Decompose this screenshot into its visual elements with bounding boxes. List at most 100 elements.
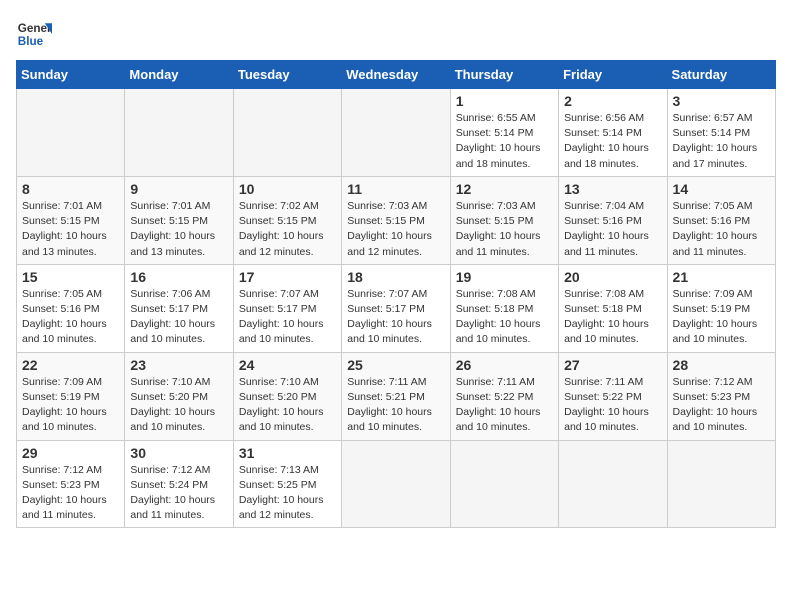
day-number: 16 [130, 269, 227, 285]
calendar-week-row: 1 Sunrise: 6:55 AMSunset: 5:14 PMDayligh… [17, 89, 776, 177]
day-number: 2 [564, 93, 661, 109]
day-info: Sunrise: 7:07 AMSunset: 5:17 PMDaylight:… [347, 287, 444, 348]
day-number: 14 [673, 181, 770, 197]
col-header-friday: Friday [559, 61, 667, 89]
col-header-wednesday: Wednesday [342, 61, 450, 89]
day-info: Sunrise: 7:01 AMSunset: 5:15 PMDaylight:… [130, 199, 227, 260]
day-number: 18 [347, 269, 444, 285]
calendar-cell: 12 Sunrise: 7:03 AMSunset: 5:15 PMDaylig… [450, 176, 558, 264]
day-info: Sunrise: 7:04 AMSunset: 5:16 PMDaylight:… [564, 199, 661, 260]
calendar-cell [342, 440, 450, 528]
day-number: 15 [22, 269, 119, 285]
day-number: 13 [564, 181, 661, 197]
calendar-cell: 9 Sunrise: 7:01 AMSunset: 5:15 PMDayligh… [125, 176, 233, 264]
day-info: Sunrise: 7:13 AMSunset: 5:25 PMDaylight:… [239, 463, 336, 524]
day-number: 29 [22, 445, 119, 461]
day-number: 26 [456, 357, 553, 373]
day-number: 12 [456, 181, 553, 197]
page-header: General Blue [16, 16, 776, 52]
day-info: Sunrise: 7:11 AMSunset: 5:21 PMDaylight:… [347, 375, 444, 436]
calendar-week-row: 15 Sunrise: 7:05 AMSunset: 5:16 PMDaylig… [17, 264, 776, 352]
day-info: Sunrise: 7:03 AMSunset: 5:15 PMDaylight:… [347, 199, 444, 260]
day-info: Sunrise: 7:08 AMSunset: 5:18 PMDaylight:… [564, 287, 661, 348]
day-info: Sunrise: 6:56 AMSunset: 5:14 PMDaylight:… [564, 111, 661, 172]
svg-text:Blue: Blue [18, 35, 44, 48]
day-number: 19 [456, 269, 553, 285]
day-number: 25 [347, 357, 444, 373]
day-number: 1 [456, 93, 553, 109]
day-number: 23 [130, 357, 227, 373]
day-info: Sunrise: 7:09 AMSunset: 5:19 PMDaylight:… [22, 375, 119, 436]
calendar-cell: 22 Sunrise: 7:09 AMSunset: 5:19 PMDaylig… [17, 352, 125, 440]
day-number: 8 [22, 181, 119, 197]
calendar-cell: 3 Sunrise: 6:57 AMSunset: 5:14 PMDayligh… [667, 89, 775, 177]
calendar-cell: 31 Sunrise: 7:13 AMSunset: 5:25 PMDaylig… [233, 440, 341, 528]
day-info: Sunrise: 7:09 AMSunset: 5:19 PMDaylight:… [673, 287, 770, 348]
day-info: Sunrise: 7:06 AMSunset: 5:17 PMDaylight:… [130, 287, 227, 348]
day-info: Sunrise: 7:11 AMSunset: 5:22 PMDaylight:… [456, 375, 553, 436]
calendar-cell [342, 89, 450, 177]
day-info: Sunrise: 7:07 AMSunset: 5:17 PMDaylight:… [239, 287, 336, 348]
calendar-week-row: 29 Sunrise: 7:12 AMSunset: 5:23 PMDaylig… [17, 440, 776, 528]
day-number: 11 [347, 181, 444, 197]
calendar-cell: 29 Sunrise: 7:12 AMSunset: 5:23 PMDaylig… [17, 440, 125, 528]
calendar-cell: 23 Sunrise: 7:10 AMSunset: 5:20 PMDaylig… [125, 352, 233, 440]
calendar-cell: 16 Sunrise: 7:06 AMSunset: 5:17 PMDaylig… [125, 264, 233, 352]
day-number: 27 [564, 357, 661, 373]
calendar-cell: 1 Sunrise: 6:55 AMSunset: 5:14 PMDayligh… [450, 89, 558, 177]
day-number: 21 [673, 269, 770, 285]
day-info: Sunrise: 7:12 AMSunset: 5:23 PMDaylight:… [673, 375, 770, 436]
day-number: 17 [239, 269, 336, 285]
day-number: 10 [239, 181, 336, 197]
col-header-tuesday: Tuesday [233, 61, 341, 89]
calendar-cell: 30 Sunrise: 7:12 AMSunset: 5:24 PMDaylig… [125, 440, 233, 528]
calendar-cell: 18 Sunrise: 7:07 AMSunset: 5:17 PMDaylig… [342, 264, 450, 352]
day-number: 9 [130, 181, 227, 197]
day-info: Sunrise: 7:01 AMSunset: 5:15 PMDaylight:… [22, 199, 119, 260]
calendar-cell: 24 Sunrise: 7:10 AMSunset: 5:20 PMDaylig… [233, 352, 341, 440]
day-info: Sunrise: 7:02 AMSunset: 5:15 PMDaylight:… [239, 199, 336, 260]
calendar-cell: 28 Sunrise: 7:12 AMSunset: 5:23 PMDaylig… [667, 352, 775, 440]
col-header-sunday: Sunday [17, 61, 125, 89]
calendar-cell: 13 Sunrise: 7:04 AMSunset: 5:16 PMDaylig… [559, 176, 667, 264]
col-header-monday: Monday [125, 61, 233, 89]
calendar-cell: 26 Sunrise: 7:11 AMSunset: 5:22 PMDaylig… [450, 352, 558, 440]
day-info: Sunrise: 7:10 AMSunset: 5:20 PMDaylight:… [239, 375, 336, 436]
day-number: 22 [22, 357, 119, 373]
day-number: 30 [130, 445, 227, 461]
day-info: Sunrise: 7:08 AMSunset: 5:18 PMDaylight:… [456, 287, 553, 348]
day-info: Sunrise: 7:12 AMSunset: 5:23 PMDaylight:… [22, 463, 119, 524]
day-info: Sunrise: 7:12 AMSunset: 5:24 PMDaylight:… [130, 463, 227, 524]
calendar-cell: 2 Sunrise: 6:56 AMSunset: 5:14 PMDayligh… [559, 89, 667, 177]
col-header-thursday: Thursday [450, 61, 558, 89]
calendar-cell: 27 Sunrise: 7:11 AMSunset: 5:22 PMDaylig… [559, 352, 667, 440]
calendar-cell [450, 440, 558, 528]
logo-icon: General Blue [16, 16, 52, 52]
day-number: 24 [239, 357, 336, 373]
day-info: Sunrise: 7:03 AMSunset: 5:15 PMDaylight:… [456, 199, 553, 260]
calendar-cell: 25 Sunrise: 7:11 AMSunset: 5:21 PMDaylig… [342, 352, 450, 440]
day-info: Sunrise: 6:55 AMSunset: 5:14 PMDaylight:… [456, 111, 553, 172]
day-info: Sunrise: 6:57 AMSunset: 5:14 PMDaylight:… [673, 111, 770, 172]
day-number: 28 [673, 357, 770, 373]
calendar-cell: 20 Sunrise: 7:08 AMSunset: 5:18 PMDaylig… [559, 264, 667, 352]
calendar-cell: 11 Sunrise: 7:03 AMSunset: 5:15 PMDaylig… [342, 176, 450, 264]
calendar-cell: 17 Sunrise: 7:07 AMSunset: 5:17 PMDaylig… [233, 264, 341, 352]
day-number: 3 [673, 93, 770, 109]
col-header-saturday: Saturday [667, 61, 775, 89]
day-number: 20 [564, 269, 661, 285]
calendar-cell [233, 89, 341, 177]
calendar-header-row: SundayMondayTuesdayWednesdayThursdayFrid… [17, 61, 776, 89]
day-info: Sunrise: 7:05 AMSunset: 5:16 PMDaylight:… [22, 287, 119, 348]
calendar-cell [559, 440, 667, 528]
calendar-week-row: 8 Sunrise: 7:01 AMSunset: 5:15 PMDayligh… [17, 176, 776, 264]
day-info: Sunrise: 7:05 AMSunset: 5:16 PMDaylight:… [673, 199, 770, 260]
calendar-cell: 14 Sunrise: 7:05 AMSunset: 5:16 PMDaylig… [667, 176, 775, 264]
day-info: Sunrise: 7:11 AMSunset: 5:22 PMDaylight:… [564, 375, 661, 436]
calendar-cell: 8 Sunrise: 7:01 AMSunset: 5:15 PMDayligh… [17, 176, 125, 264]
logo: General Blue [16, 16, 52, 52]
calendar-cell [667, 440, 775, 528]
calendar-cell [125, 89, 233, 177]
calendar-cell: 21 Sunrise: 7:09 AMSunset: 5:19 PMDaylig… [667, 264, 775, 352]
calendar-table: SundayMondayTuesdayWednesdayThursdayFrid… [16, 60, 776, 528]
